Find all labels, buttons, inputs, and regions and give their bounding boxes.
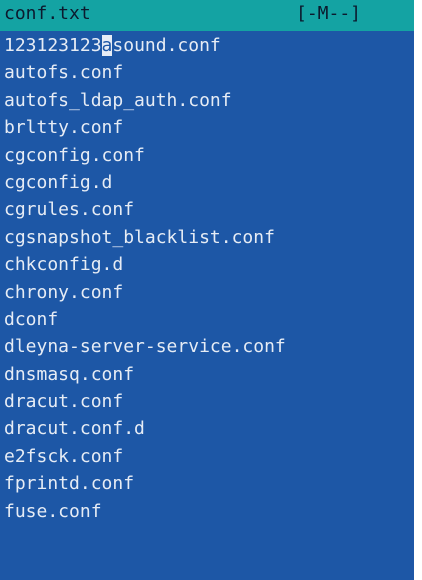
editor-line[interactable]: dnsmasq.conf — [0, 361, 414, 388]
editor-line[interactable]: brltty.conf — [0, 114, 414, 141]
editor-line[interactable]: 123123123asound.conf — [0, 32, 414, 59]
editor-line[interactable]: dracut.conf — [0, 388, 414, 415]
editor-line[interactable]: fprintd.conf — [0, 470, 414, 497]
editor-line[interactable]: cgsnapshot_blacklist.conf — [0, 224, 414, 251]
editor-line[interactable]: chkconfig.d — [0, 251, 414, 278]
editor-line[interactable]: cgconfig.d — [0, 169, 414, 196]
editor-line[interactable]: dconf — [0, 306, 414, 333]
line-text-after-cursor: sound.conf — [112, 35, 221, 56]
editor-line[interactable]: fuse.conf — [0, 498, 414, 525]
status-bar: conf.txt [-M--] — [0, 0, 414, 31]
text-cursor: a — [101, 35, 113, 56]
editor-line[interactable]: cgconfig.conf — [0, 142, 414, 169]
text-editor[interactable]: conf.txt [-M--] 123123123asound.conf aut… — [0, 0, 414, 580]
editor-line[interactable]: autofs.conf — [0, 59, 414, 86]
editor-line[interactable]: chrony.conf — [0, 279, 414, 306]
status-filename: conf.txt — [4, 3, 91, 24]
editor-line[interactable]: e2fsck.conf — [0, 443, 414, 470]
editor-lines[interactable]: 123123123asound.conf autofs.conf autofs_l… — [0, 32, 414, 525]
editor-line[interactable]: cgrules.conf — [0, 196, 414, 223]
editor-line[interactable]: autofs_ldap_auth.conf — [0, 87, 414, 114]
editor-line[interactable]: dracut.conf.d — [0, 415, 414, 442]
editor-line[interactable]: dleyna-server-service.conf — [0, 333, 414, 360]
line-text-before-cursor: 123123123 — [4, 35, 102, 56]
status-modified-flags: [-M--] — [296, 3, 362, 24]
window-edge — [414, 10, 422, 24]
